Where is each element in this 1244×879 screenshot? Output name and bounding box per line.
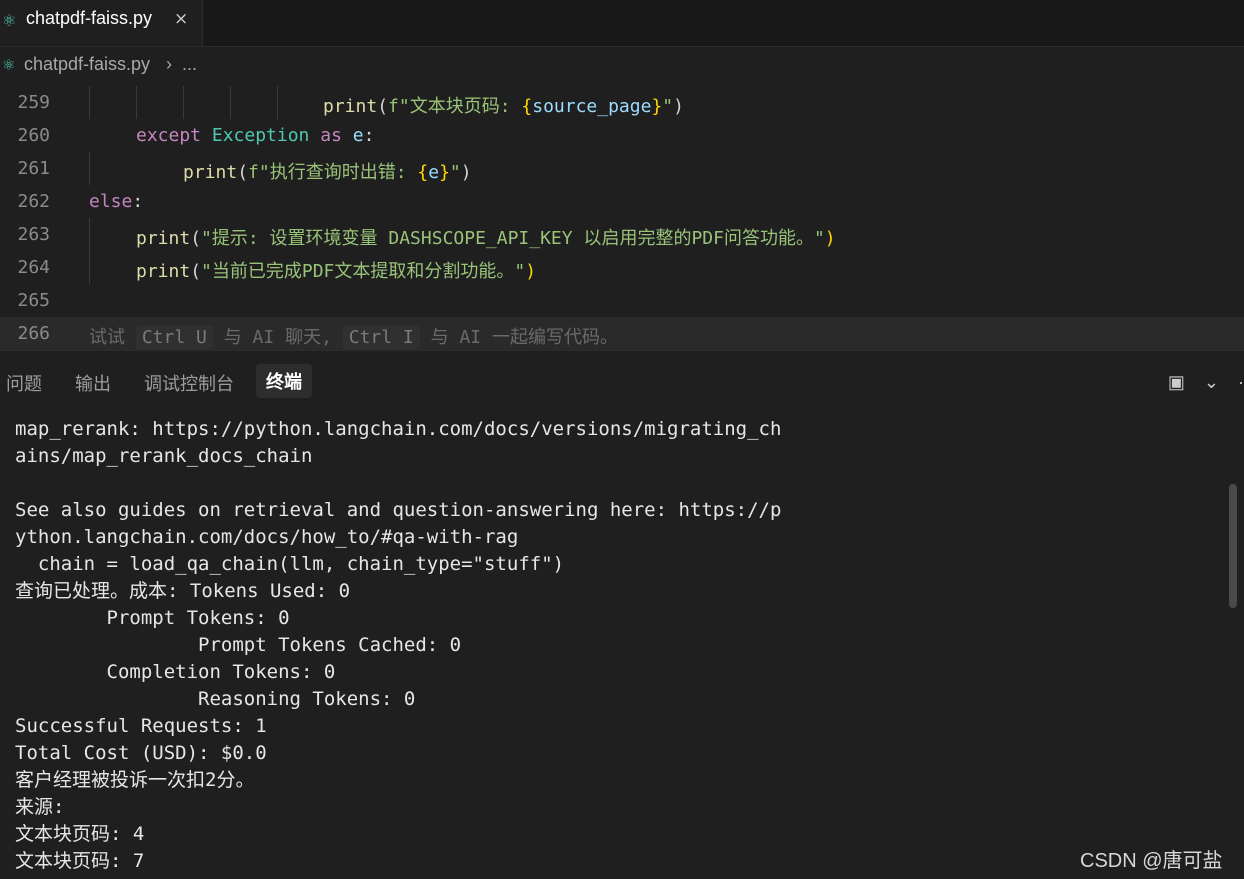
python-icon: ⚛ — [2, 57, 16, 74]
terminal-line: Completion Tokens: 0 — [15, 661, 336, 683]
close-icon[interactable]: × — [174, 9, 188, 29]
panel-tabs: 问题 输出 调试控制台 终端 ▣ ⌄ · — [0, 362, 1244, 404]
line-number: 261 — [17, 158, 50, 179]
code-line[interactable]: 266 试试 Ctrl U 与 AI 聊天, Ctrl I 与 AI 一起编写代码… — [0, 317, 1244, 350]
more-icon[interactable]: · — [1238, 372, 1244, 392]
code-text: else: — [89, 191, 144, 212]
code-line[interactable]: 264 print("当前已完成PDF文本提取和分割功能。") — [0, 251, 1244, 284]
watermark: CSDN @唐可盐 — [1080, 850, 1223, 872]
line-number: 264 — [17, 257, 50, 278]
code-line[interactable]: 259 print(f"文本块页码: {source_page}") — [0, 86, 1244, 119]
code-text: print(f"文本块页码: {source_page}") — [323, 96, 684, 117]
indent-guide — [230, 86, 231, 119]
terminal-line: 客户经理被投诉一次扣2分。 — [15, 769, 255, 791]
terminal-line: Successful Requests: 1 — [15, 715, 267, 737]
code-line[interactable]: 262 else: — [0, 185, 1244, 218]
terminal-line: 文本块页码: 7 — [15, 850, 145, 872]
tab-label: chatpdf-faiss.py — [26, 8, 153, 28]
code-editor[interactable]: 259 print(f"文本块页码: {source_page}") 260 exce… — [0, 86, 1244, 350]
indent-guide — [89, 152, 90, 185]
terminal-line: Total Cost (USD): $0.0 — [15, 742, 267, 764]
line-number: 262 — [17, 191, 50, 212]
terminal-line: 查询已处理。成本: Tokens Used: 0 — [15, 580, 351, 602]
indent-guide — [277, 86, 278, 119]
breadcrumb-separator: › — [166, 54, 172, 74]
code-text: print("当前已完成PDF文本提取和分割功能。") — [136, 261, 537, 282]
code-text: except Exception as e: — [136, 125, 375, 146]
code-line[interactable]: 261 print(f"执行查询时出错: {e}") — [0, 152, 1244, 185]
tab-chatpdf-faiss-py[interactable]: ⚛ chatpdf-faiss.py × — [0, 0, 203, 46]
terminal-line: 来源: — [15, 796, 65, 818]
line-number: 260 — [17, 125, 50, 146]
indent-guide — [89, 218, 90, 251]
tab-output[interactable]: 输出 — [75, 370, 111, 396]
terminal-line: ython.langchain.com/docs/how_to/#qa-with… — [15, 526, 519, 548]
terminal-line: Prompt Tokens Cached: 0 — [15, 634, 462, 656]
terminal-line: Reasoning Tokens: 0 — [15, 688, 416, 710]
terminal-line: map_rerank: https://python.langchain.com… — [15, 418, 782, 440]
code-text: print("提示: 设置环境变量 DASHSCOPE_API_KEY 以启用完… — [136, 228, 836, 249]
chevron-down-icon[interactable]: ⌄ — [1204, 372, 1219, 392]
split-panel-icon[interactable]: ▣ — [1168, 372, 1185, 392]
terminal-line: 文本块页码: 4 — [15, 823, 145, 845]
code-text: 试试 Ctrl U 与 AI 聊天, Ctrl I 与 AI 一起编写代码。 — [89, 326, 618, 349]
panel-divider — [0, 350, 1244, 351]
line-number: 265 — [17, 290, 50, 311]
indent-guide — [136, 86, 137, 119]
line-number: 266 — [17, 323, 50, 344]
line-number: 263 — [17, 224, 50, 245]
panel-actions: ▣ ⌄ · — [1154, 372, 1244, 393]
code-text: print(f"执行查询时出错: {e}") — [183, 162, 472, 183]
code-line[interactable]: 263 print("提示: 设置环境变量 DASHSCOPE_API_KEY 以… — [0, 218, 1244, 251]
tab-problems[interactable]: 问题 — [6, 370, 42, 396]
terminal-line: See also guides on retrieval and questio… — [15, 499, 782, 521]
code-line[interactable]: 265 — [0, 284, 1244, 317]
code-line[interactable]: 260 except Exception as e: — [0, 119, 1244, 152]
breadcrumb-more[interactable]: ... — [182, 54, 197, 75]
breadcrumb-file[interactable]: chatpdf-faiss.py — [24, 54, 150, 75]
indent-guide — [89, 251, 90, 284]
terminal-line: Prompt Tokens: 0 — [15, 607, 290, 629]
indent-guide — [89, 86, 90, 119]
terminal-line: chain = load_qa_chain(llm, chain_type="s… — [15, 553, 565, 575]
terminal-scrollbar[interactable] — [1229, 484, 1237, 608]
tab-terminal[interactable]: 终端 — [256, 364, 312, 398]
indent-guide — [183, 86, 184, 119]
tab-debug-console[interactable]: 调试控制台 — [144, 370, 234, 396]
python-icon: ⚛ — [2, 11, 17, 30]
terminal-line: ains/map_rerank_docs_chain — [15, 445, 313, 467]
editor-tab-bar: ⚛ chatpdf-faiss.py × — [0, 0, 1244, 47]
terminal-output[interactable]: map_rerank: https://python.langchain.com… — [15, 416, 1225, 879]
line-number: 259 — [17, 92, 50, 113]
